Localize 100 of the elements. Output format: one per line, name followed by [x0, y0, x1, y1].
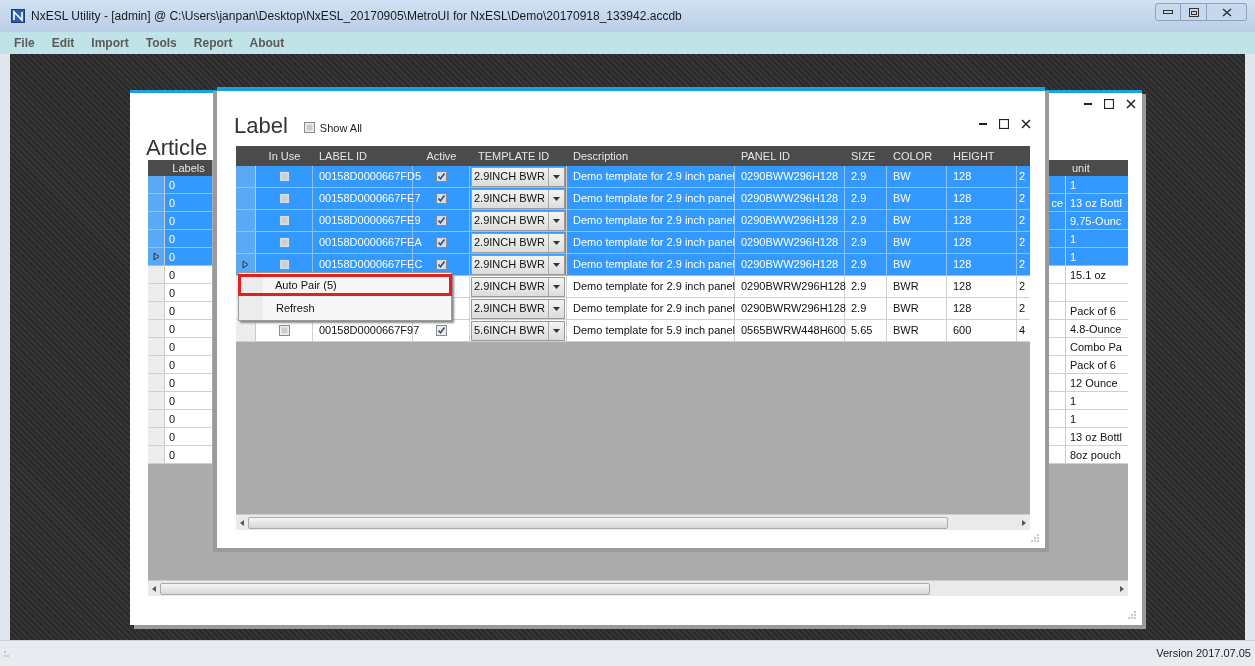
row-header[interactable] — [148, 248, 165, 265]
menu-item[interactable]: File — [14, 34, 35, 52]
table-cell-text: 00158D0000667FEA — [319, 235, 422, 251]
table-cell: 0 — [165, 176, 212, 193]
column-header[interactable]: TEMPLATE ID — [470, 146, 567, 166]
close-button[interactable] — [1207, 3, 1247, 21]
column-header[interactable]: LABEL ID — [313, 146, 413, 166]
table-cell-text: Demo template for 2.9 inch panel — [573, 235, 736, 251]
dropdown[interactable]: 2.9INCH BWR — [471, 232, 565, 253]
table-cell-text: 2.9 — [851, 279, 867, 295]
table-cell-text: 0565BWRW448H600 — [741, 323, 846, 339]
table-cell: Combo Pa — [1066, 338, 1128, 355]
column-header[interactable]: PANEL ID — [735, 146, 845, 166]
dropdown[interactable]: 2.9INCH BWR — [471, 254, 565, 275]
horizontal-scrollbar[interactable] — [148, 580, 1128, 596]
table-cell-text: 00158D0000667FE7 — [319, 191, 421, 207]
table-cell-text: 2 — [1019, 191, 1026, 207]
close-icon[interactable] — [1021, 119, 1031, 129]
table-cell: 1 — [1066, 392, 1128, 409]
checkbox[interactable] — [278, 237, 290, 248]
checkbox[interactable] — [278, 325, 290, 336]
checked-checkbox[interactable] — [435, 325, 447, 336]
maximize-icon[interactable] — [1104, 99, 1114, 109]
table-cell: Pack of 6 — [1066, 302, 1128, 319]
current-row-icon — [242, 260, 249, 269]
table-cell-text: BWR — [893, 323, 919, 339]
menu-item[interactable]: Auto Pair (5) — [238, 274, 452, 296]
dropdown[interactable]: 2.9INCH BWR — [471, 298, 565, 319]
menu-item[interactable]: Refresh — [239, 297, 451, 319]
table-cell-text: 2 — [1019, 169, 1026, 185]
maximize-icon[interactable] — [999, 119, 1009, 129]
table-cell: 0 — [165, 446, 212, 463]
table-cell-text: 0290BWW296H128 — [741, 213, 839, 229]
resize-grip-icon[interactable] — [1128, 611, 1136, 619]
table-cell-text: BW — [893, 257, 911, 273]
menu-item[interactable]: About — [249, 34, 285, 52]
table-cell: 0 — [165, 194, 212, 211]
table-cell: 0 — [165, 428, 212, 445]
table-cell-text: 00158D0000667FE9 — [319, 213, 421, 229]
window-title: NxESL Utility - [admin] @ C:\Users\janpan\Desktop\NxESL_20170905\MetroUI for NxESL\Demo\20170918_133942.accdb — [31, 8, 682, 25]
scroll-left-icon[interactable] — [238, 518, 246, 527]
checkbox[interactable] — [278, 215, 290, 226]
scroll-right-icon[interactable] — [1118, 584, 1126, 593]
dropdown[interactable]: 5.6INCH BWR — [471, 320, 565, 341]
scrollbar-thumb[interactable] — [248, 516, 948, 529]
resize-grip-icon[interactable] — [1031, 534, 1039, 542]
caret-icon — [553, 328, 560, 333]
table-cell: 0 — [165, 266, 212, 283]
table-cell: 0 — [165, 212, 212, 229]
scroll-left-icon[interactable] — [150, 584, 158, 593]
table-cell-text: Demo template for 2.9 inch panel — [573, 169, 736, 185]
checked-checkbox[interactable] — [435, 237, 447, 248]
table-cell-text: 128 — [953, 169, 972, 185]
table-cell-text: 128 — [953, 235, 972, 251]
table-cell: 12 Ounce — [1066, 374, 1128, 391]
table-cell: 0 — [165, 230, 212, 247]
column-header[interactable]: Description — [567, 146, 735, 166]
checkbox[interactable] — [278, 171, 290, 182]
table-cell-text: 600 — [953, 323, 972, 339]
dropdown[interactable]: 2.9INCH BWR — [471, 166, 565, 187]
show-all-checkbox[interactable]: Show All — [303, 119, 363, 136]
minimize-icon[interactable] — [1084, 102, 1092, 106]
table-cell: 1 — [1066, 176, 1128, 193]
minimize-icon[interactable] — [979, 122, 987, 126]
checkbox[interactable] — [278, 193, 290, 204]
table-cell-text: 5.65 — [851, 323, 873, 339]
table-cell-text: 2.9 — [851, 235, 867, 251]
scroll-right-icon[interactable] — [1020, 518, 1028, 527]
caret-icon — [553, 174, 560, 179]
checkbox[interactable] — [278, 259, 290, 270]
checked-checkbox[interactable] — [435, 215, 447, 226]
menu-item[interactable]: Report — [193, 34, 233, 52]
close-icon — [1221, 7, 1232, 17]
checked-checkbox[interactable] — [435, 259, 447, 270]
dropdown[interactable]: 2.9INCH BWR — [471, 210, 565, 231]
checkbox[interactable] — [303, 122, 315, 134]
restore-button[interactable] — [1181, 3, 1207, 21]
table-cell-text: 2 — [1019, 235, 1026, 251]
dropdown[interactable]: 2.9INCH BWR — [471, 188, 565, 209]
table-cell: 0 — [165, 302, 212, 319]
menu-item[interactable]: Import — [91, 34, 129, 52]
checked-checkbox[interactable] — [435, 171, 447, 182]
dropdown[interactable]: 2.9INCH BWR — [471, 276, 565, 297]
caret-icon — [553, 196, 560, 201]
column-header[interactable]: COLOR — [887, 146, 947, 166]
column-header[interactable]: Active — [413, 146, 470, 166]
table-cell-text: BW — [893, 191, 911, 207]
column-header[interactable]: In Use — [256, 146, 313, 166]
table-cell-text: BW — [893, 213, 911, 229]
column-header[interactable]: HEIGHT — [947, 146, 1017, 166]
table-cell-text: Demo template for 2.9 inch panel — [573, 279, 736, 295]
column-header[interactable]: SIZE — [845, 146, 887, 166]
checked-checkbox[interactable] — [435, 193, 447, 204]
row-header[interactable] — [236, 320, 256, 341]
menu-item[interactable]: Tools — [145, 34, 177, 52]
horizontal-scrollbar[interactable] — [236, 514, 1030, 530]
scrollbar-thumb[interactable] — [160, 582, 930, 595]
minimize-button[interactable] — [1155, 3, 1181, 21]
menu-item[interactable]: Edit — [51, 34, 75, 52]
close-icon[interactable] — [1126, 99, 1136, 109]
